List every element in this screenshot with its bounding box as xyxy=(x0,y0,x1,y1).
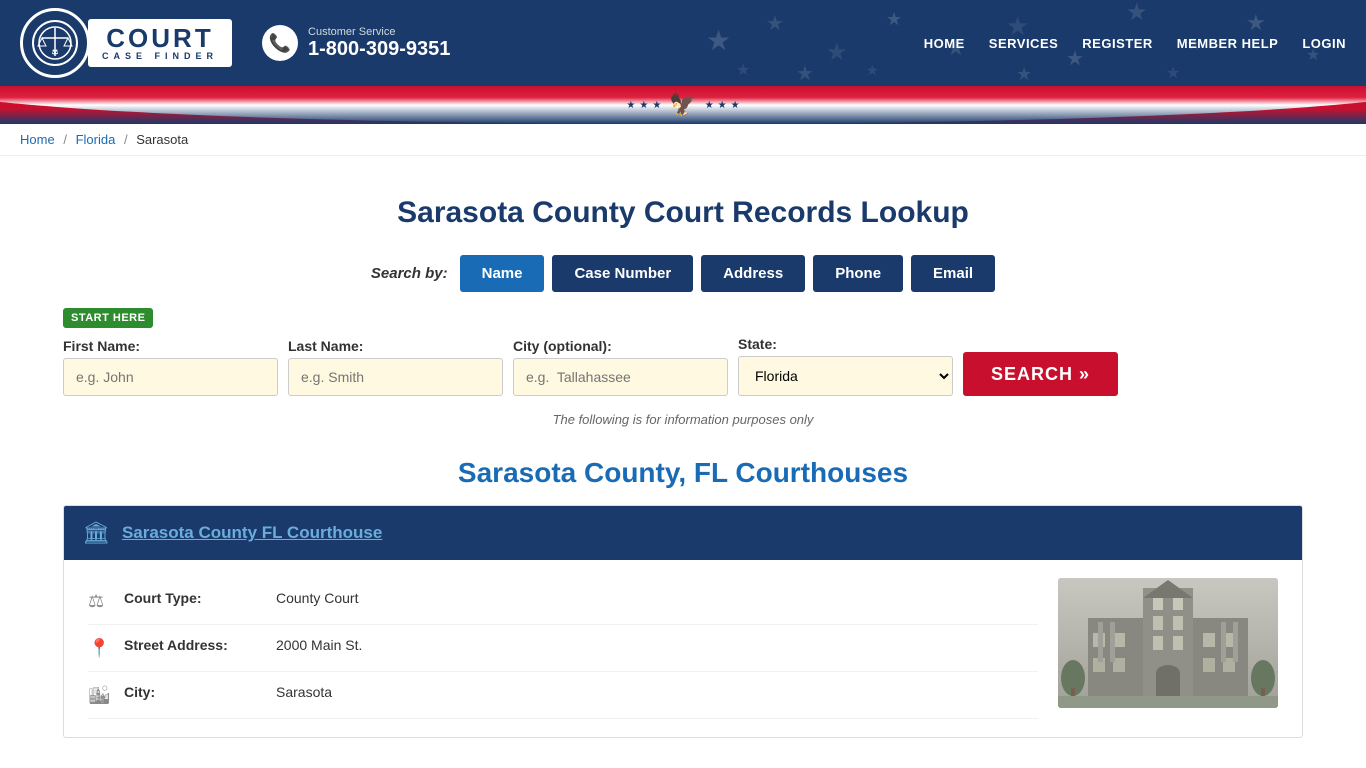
breadcrumb-sep-1: / xyxy=(63,132,67,147)
logo-text: COURT CASE FINDER xyxy=(88,19,232,67)
nav-home[interactable]: HOME xyxy=(924,36,965,51)
courthouse-name[interactable]: Sarasota County FL Courthouse xyxy=(122,523,382,543)
first-name-label: First Name: xyxy=(63,338,278,354)
tab-phone[interactable]: Phone xyxy=(813,255,903,292)
breadcrumb-sep-2: / xyxy=(124,132,128,147)
nav-register[interactable]: REGISTER xyxy=(1082,36,1152,51)
eagle-stars-right: ★ ★ ★ xyxy=(705,100,740,111)
court-type-label: Court Type: xyxy=(124,590,264,606)
svg-text:⚖: ⚖ xyxy=(52,48,59,56)
search-tabs-row: Search by: Name Case Number Address Phon… xyxy=(63,255,1303,292)
first-name-group: First Name: xyxy=(63,338,278,396)
eagle-banner: ★ ★ ★ 🦅 ★ ★ ★ xyxy=(0,86,1366,124)
info-note: The following is for information purpose… xyxy=(63,412,1303,427)
detail-row-address: 📍 Street Address: 2000 Main St. xyxy=(88,625,1038,672)
courthouse-details: ⚖ Court Type: County Court 📍 Street Addr… xyxy=(88,578,1038,719)
nav-services[interactable]: SERVICES xyxy=(989,36,1059,51)
city-label: City (optional): xyxy=(513,338,728,354)
tab-case-number[interactable]: Case Number xyxy=(552,255,693,292)
city-detail-label: City: xyxy=(124,684,264,700)
last-name-input[interactable] xyxy=(288,358,503,396)
courthouses-title: Sarasota County, FL Courthouses xyxy=(63,457,1303,489)
nav-login[interactable]: LOGIN xyxy=(1302,36,1346,51)
tab-name[interactable]: Name xyxy=(460,255,545,292)
nav-member-help[interactable]: MEMBER HELP xyxy=(1177,36,1279,51)
state-select[interactable]: Florida Alabama Georgia Texas xyxy=(738,356,953,396)
tab-address[interactable]: Address xyxy=(701,255,805,292)
courthouse-building-icon: 🏛 xyxy=(82,520,110,546)
search-form: First Name: Last Name: City (optional): … xyxy=(63,336,1303,396)
courthouse-card: 🏛 Sarasota County FL Courthouse ⚖ Court … xyxy=(63,505,1303,738)
eagle-stars-left: ★ ★ ★ xyxy=(626,100,661,111)
first-name-input[interactable] xyxy=(63,358,278,396)
customer-service-phone: 1-800-309-9351 xyxy=(308,38,450,60)
street-address-label: Street Address: xyxy=(124,637,264,653)
main-content: Sarasota County Court Records Lookup Sea… xyxy=(33,156,1333,758)
courthouse-image xyxy=(1058,578,1278,708)
last-name-group: Last Name: xyxy=(288,338,503,396)
city-input[interactable] xyxy=(513,358,728,396)
logo-case-finder-label: CASE FINDER xyxy=(102,51,218,61)
last-name-label: Last Name: xyxy=(288,338,503,354)
breadcrumb: Home / Florida / Sarasota xyxy=(0,124,1366,156)
court-type-icon: ⚖ xyxy=(88,591,112,612)
phone-icon: 📞 xyxy=(262,25,298,61)
tab-email[interactable]: Email xyxy=(911,255,995,292)
logo[interactable]: ⚖ COURT CASE FINDER xyxy=(20,8,232,78)
logo-icon: ⚖ xyxy=(20,8,90,78)
customer-service: 📞 Customer Service 1-800-309-9351 xyxy=(262,25,450,61)
detail-row-city: 🏙 City: Sarasota xyxy=(88,672,1038,719)
main-nav: HOME SERVICES REGISTER MEMBER HELP LOGIN xyxy=(924,36,1346,51)
address-icon: 📍 xyxy=(88,638,112,659)
logo-court-label: COURT xyxy=(106,25,213,51)
customer-service-label: Customer Service xyxy=(308,26,450,38)
city-group: City (optional): xyxy=(513,338,728,396)
city-icon: 🏙 xyxy=(88,685,112,706)
eagle-symbol: 🦅 xyxy=(669,92,696,118)
street-address-value: 2000 Main St. xyxy=(276,637,362,653)
state-group: State: Florida Alabama Georgia Texas xyxy=(738,336,953,396)
breadcrumb-home[interactable]: Home xyxy=(20,132,55,147)
detail-row-court-type: ⚖ Court Type: County Court xyxy=(88,578,1038,625)
court-type-value: County Court xyxy=(276,590,358,606)
courthouse-header: 🏛 Sarasota County FL Courthouse xyxy=(64,506,1302,560)
breadcrumb-current: Sarasota xyxy=(136,132,188,147)
city-detail-value: Sarasota xyxy=(276,684,332,700)
state-label: State: xyxy=(738,336,953,352)
courthouse-body: ⚖ Court Type: County Court 📍 Street Addr… xyxy=(64,560,1302,737)
search-button[interactable]: SEARCH » xyxy=(963,352,1118,396)
page-title: Sarasota County Court Records Lookup xyxy=(63,196,1303,230)
search-by-label: Search by: xyxy=(371,265,448,282)
start-here-badge: START HERE xyxy=(63,308,153,328)
breadcrumb-state[interactable]: Florida xyxy=(76,132,116,147)
